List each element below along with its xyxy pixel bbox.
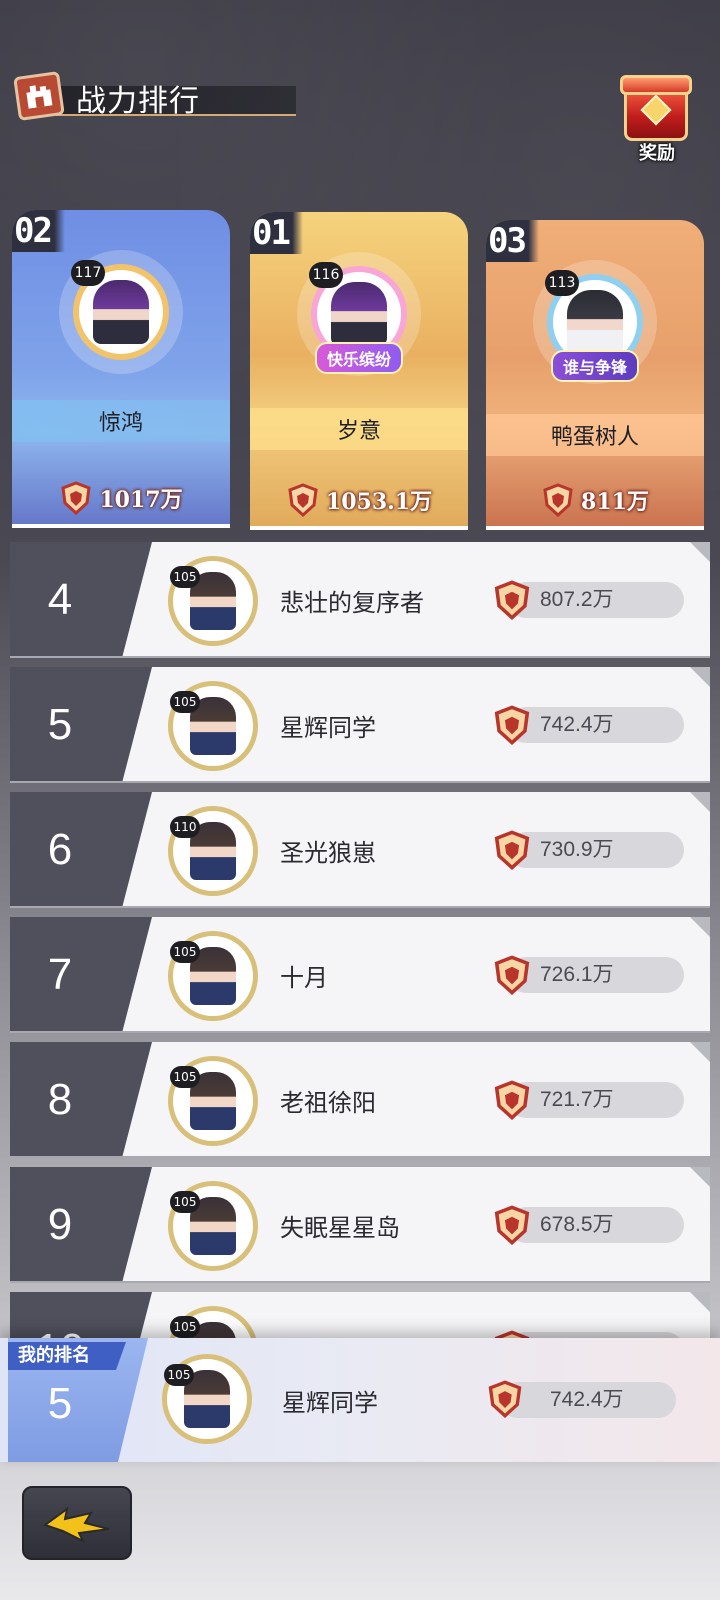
power-shield-icon (494, 580, 530, 620)
player-name: 老祖徐阳 (280, 1088, 376, 1117)
row-divider (10, 781, 710, 783)
corner-fold (690, 667, 710, 687)
level-badge: 105 (170, 941, 200, 963)
power-display: 1017万 (12, 478, 230, 518)
rank-row[interactable]: 9 105 失眠星星岛 678.5万 (10, 1167, 710, 1283)
player-name: 圣光狼崽 (280, 838, 376, 867)
power-value: 742.4万 (550, 1388, 624, 1411)
power-shield-icon (488, 1380, 522, 1418)
podium-rank-label: 01 (250, 212, 303, 254)
level-badge: 105 (170, 691, 200, 713)
podium-card-rank-2[interactable]: 02 117 惊鸿 1017万 (12, 210, 230, 528)
row-divider (10, 1281, 710, 1283)
card-divider (486, 526, 704, 530)
my-rank-bar[interactable]: 我的排名 5 105 星辉同学 742.4万 (0, 1338, 720, 1462)
ranking-building-icon (13, 71, 65, 121)
level-badge: 105 (164, 1364, 194, 1386)
power-value: 807.2万 (540, 588, 614, 611)
rank-number: 4 (47, 575, 73, 624)
power-value: 721.7万 (540, 1088, 614, 1111)
player-name: 失眠星星岛 (280, 1213, 400, 1242)
level-badge: 105 (170, 566, 200, 588)
row-divider (10, 656, 710, 658)
corner-fold (690, 1292, 710, 1312)
back-button[interactable] (22, 1486, 132, 1560)
player-name: 星辉同学 (282, 1388, 378, 1417)
corner-fold (690, 792, 710, 812)
player-name: 星辉同学 (280, 713, 376, 742)
avatar[interactable]: 113 谁与争锋 (533, 260, 657, 384)
rank-number: 6 (47, 825, 73, 874)
my-rank-number: 5 (47, 1379, 73, 1428)
power-value: 726.1万 (540, 963, 614, 986)
player-name: 鸭蛋树人 (486, 414, 704, 456)
power-shield-icon (61, 481, 92, 515)
player-name: 悲壮的复序者 (280, 588, 424, 617)
reward-button[interactable]: 奖励 (620, 75, 694, 165)
podium-rank-label: 02 (12, 210, 65, 252)
back-arrow-icon (42, 1506, 110, 1544)
corner-fold (690, 917, 710, 937)
rank-row[interactable]: 5 105 星辉同学 742.4万 (10, 667, 710, 783)
rank-number: 7 (47, 950, 73, 999)
power-value: 678.5万 (540, 1213, 614, 1236)
page-title: 战力排行 (76, 84, 200, 119)
power-shield-icon (494, 955, 530, 995)
card-divider (250, 526, 468, 530)
rank-row[interactable]: 6 110 圣光狼崽 730.9万 (10, 792, 710, 908)
rank-row[interactable]: 4 105 悲壮的复序者 807.2万 (10, 542, 710, 658)
power-value: 811万 (581, 489, 649, 515)
avatar-character (331, 282, 387, 346)
corner-fold (690, 1167, 710, 1187)
avatar-character (93, 280, 149, 344)
row-divider (10, 1156, 710, 1158)
podium-card-rank-1[interactable]: 01 116 快乐缤纷 岁意 1053.1万 (250, 212, 468, 530)
avatar[interactable]: 116 快乐缤纷 (297, 252, 421, 376)
level-badge: 105 (170, 1191, 200, 1213)
power-value: 1053.1万 (325, 489, 433, 515)
player-name: 岁意 (250, 408, 468, 450)
power-shield-icon (494, 1205, 530, 1245)
player-name: 惊鸿 (12, 400, 230, 442)
podium-rank-label: 03 (486, 220, 539, 262)
rank-row[interactable]: 7 105 十月 726.1万 (10, 917, 710, 1033)
power-display: 811万 (486, 480, 704, 520)
avatar[interactable]: 117 (59, 250, 183, 374)
level-badge: 105 (170, 1316, 200, 1338)
power-shield-icon (494, 705, 530, 745)
power-shield-icon (494, 1080, 530, 1120)
page-header: 战力排行 (13, 71, 296, 122)
power-value: 742.4万 (540, 713, 614, 736)
rank-number: 8 (47, 1075, 73, 1124)
row-divider (10, 1031, 710, 1033)
level-badge: 110 (170, 816, 200, 838)
level-badge: 117 (71, 260, 105, 286)
rank-number: 5 (47, 700, 73, 749)
rank-number: 9 (47, 1200, 73, 1249)
level-badge: 105 (170, 1066, 200, 1088)
chest-lid (620, 75, 692, 95)
rank-row[interactable]: 8 105 老祖徐阳 721.7万 (10, 1042, 710, 1158)
level-badge: 116 (309, 262, 343, 288)
power-shield-icon (494, 830, 530, 870)
power-shield-icon (288, 483, 318, 517)
card-divider (12, 524, 230, 528)
power-value: 1017万 (99, 487, 183, 513)
row-divider (10, 906, 710, 908)
corner-fold (690, 542, 710, 562)
title-badge: 快乐缤纷 (314, 342, 404, 374)
power-shield-icon (543, 483, 573, 517)
podium-card-rank-3[interactable]: 03 113 谁与争锋 鸭蛋树人 811万 (486, 220, 704, 530)
power-value: 730.9万 (540, 838, 614, 861)
avatar-character (567, 290, 623, 354)
title-badge: 谁与争锋 (550, 350, 640, 382)
power-display: 1053.1万 (250, 480, 468, 520)
corner-fold (690, 1042, 710, 1062)
reward-label: 奖励 (639, 143, 675, 164)
level-badge: 113 (545, 270, 579, 296)
player-name: 十月 (280, 963, 328, 992)
